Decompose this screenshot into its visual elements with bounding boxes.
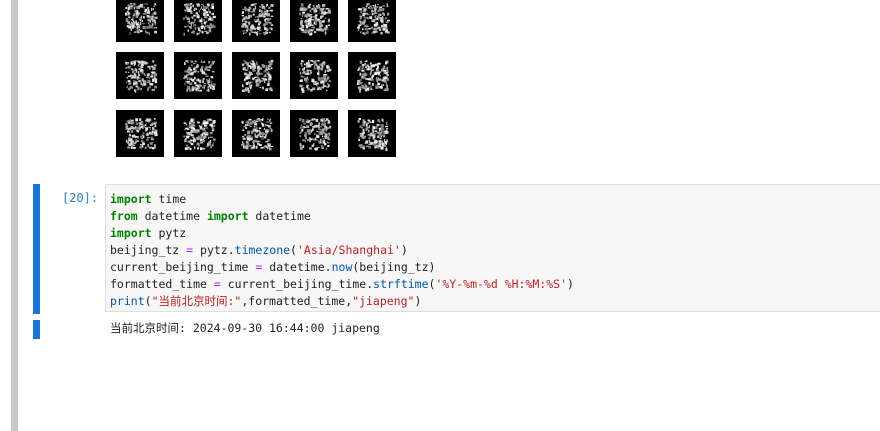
- generated-digit-image: [290, 0, 338, 42]
- code-line: formatted_time = current_beijing_time.st…: [110, 277, 574, 291]
- generated-digit-image: [174, 52, 222, 99]
- generated-digit-image: [348, 0, 396, 42]
- left-scroll-gutter: [11, 0, 18, 431]
- code-text[interactable]: import time from datetime import datetim…: [110, 191, 574, 310]
- code-line: import time: [110, 192, 187, 206]
- generated-digit-image: [290, 52, 338, 99]
- generated-digit-image: [290, 110, 338, 157]
- generated-images-grid: [116, 0, 398, 160]
- generated-digit-image: [116, 52, 164, 99]
- generated-digit-image: [174, 0, 222, 42]
- code-line: beijing_tz = pytz.timezone('Asia/Shangha…: [110, 243, 408, 257]
- cell-selection-indicator[interactable]: [33, 184, 40, 314]
- generated-digit-image: [232, 110, 280, 157]
- generated-digit-image: [116, 110, 164, 157]
- output-collapse-indicator[interactable]: [33, 320, 40, 339]
- generated-digit-image: [174, 110, 222, 157]
- generated-digit-image: [348, 52, 396, 99]
- code-line: current_beijing_time = datetime.now(beij…: [110, 260, 436, 274]
- execution-count-prompt: [20]:: [62, 191, 99, 205]
- code-line: print("当前北京时间:",formatted_time,"jiapeng"…: [110, 294, 422, 308]
- code-line: import pytz: [110, 226, 187, 240]
- code-line: from datetime import datetime: [110, 209, 311, 223]
- generated-digit-image: [116, 0, 164, 42]
- generated-digit-image: [232, 0, 280, 42]
- cell-output-text: 当前北京时间: 2024-09-30 16:44:00 jiapeng: [110, 321, 380, 335]
- generated-digit-image: [348, 110, 396, 157]
- generated-digit-image: [232, 52, 280, 99]
